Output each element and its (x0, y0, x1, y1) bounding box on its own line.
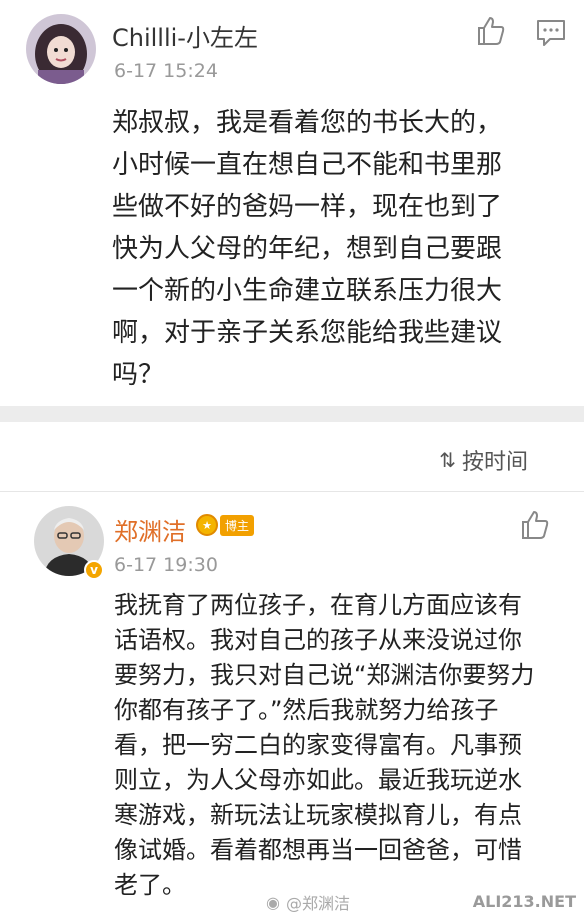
comment-line: 郑叔叔，我是看着您的书长大的， (112, 108, 503, 138)
blogger-badge: ★ 博主 (196, 512, 255, 538)
comment-line: 一个新的小生命建立联系压力很大 (112, 276, 503, 306)
comment-line: 吗？ (112, 360, 165, 390)
comment-line: 些做不好的爸妈一样，现在也到了 (112, 192, 503, 222)
reply-body: 我抚育了两位孩子，在育儿方面应该有 话语权。我对自己的孩子从来没说过你 要努力，… (114, 588, 534, 903)
sort-bar: ⇅ 按时间 (0, 422, 584, 492)
thumbs-up-icon (478, 17, 505, 45)
user-avatar[interactable] (26, 14, 96, 84)
like-button[interactable] (518, 508, 552, 542)
reply-line: 话语权。我对自己的孩子从来没说过你 (114, 626, 522, 654)
verified-badge: v (84, 560, 104, 580)
sort-by-time-button[interactable]: ⇅ 按时间 (439, 444, 528, 476)
comment-icon (537, 20, 565, 46)
timestamp: 6-17 15:24 (114, 60, 218, 82)
reply-button[interactable] (534, 16, 568, 50)
section-divider (0, 406, 584, 422)
like-button[interactable] (474, 14, 508, 48)
reply-line: 寒游戏，新玩法让玩家模拟育儿，有点 (114, 801, 522, 829)
medal-icon: ★ (196, 514, 218, 536)
timestamp: 6-17 19:30 (114, 554, 218, 576)
reply-line: 要努力，我只对自己说“郑渊洁你要努力 (114, 661, 535, 689)
comment-card-1: Chillli-小左左 6-17 15:24 郑叔叔，我是看着您的书长大的， 小… (0, 0, 584, 406)
reply-line: 我抚育了两位孩子，在育儿方面应该有 (114, 591, 522, 619)
username[interactable]: Chillli-小左左 (112, 18, 258, 53)
weibo-logo-icon: ◉ (266, 892, 280, 912)
comment-line: 小时候一直在想自己不能和书里那 (112, 150, 503, 180)
comment-body: 郑叔叔，我是看着您的书长大的， 小时候一直在想自己不能和书里那 些做不好的爸妈一… (112, 102, 502, 396)
watermark-text: @郑渊洁 (285, 894, 350, 913)
sort-label: 按时间 (461, 450, 528, 475)
reply-line: 看，把一穷二白的家变得富有。凡事预 (114, 731, 522, 759)
thumbs-up-icon (522, 511, 549, 539)
author-name[interactable]: 郑渊洁 (114, 512, 186, 547)
avatar-illustration-icon (26, 14, 96, 84)
reply-line: 像试婚。看着都想再当一回爸爸，可惜 (114, 836, 522, 864)
reply-line: 则立，为人父母亦如此。最近我玩逆水 (114, 766, 522, 794)
weibo-watermark: ◉ @郑渊洁 (266, 890, 350, 914)
comment-line: 快为人父母的年纪，想到自己要跟 (112, 234, 503, 264)
site-watermark: ALI213.NET (472, 892, 576, 911)
sort-icon: ⇅ (439, 448, 456, 472)
blogger-tag: 博主 (220, 514, 255, 536)
reply-line: 你都有孩子了。”然后我就努力给孩子 (114, 696, 499, 724)
comment-line: 啊，对于亲子关系您能给我些建议 (112, 318, 503, 348)
